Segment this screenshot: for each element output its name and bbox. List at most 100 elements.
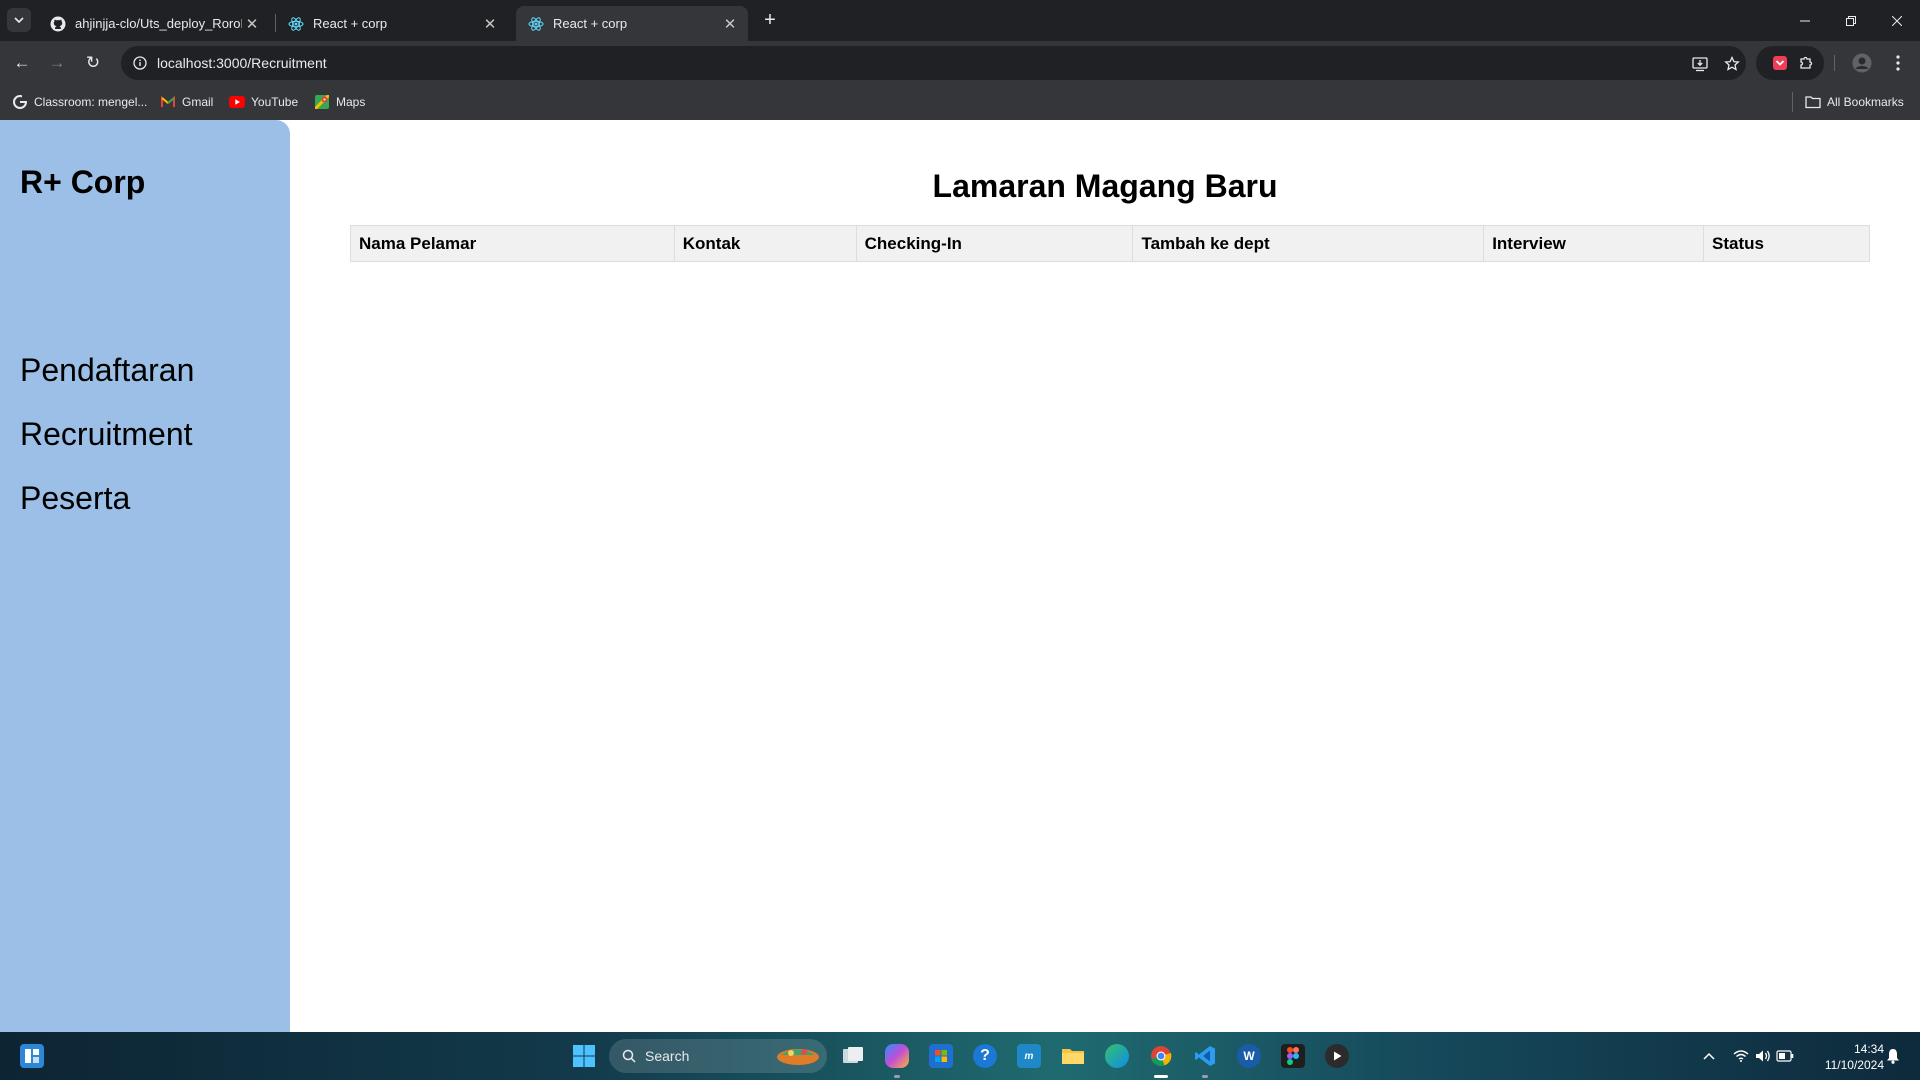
widgets-icon	[20, 1044, 44, 1068]
notification-bell-icon[interactable]	[1883, 1046, 1903, 1066]
volume-icon[interactable]	[1753, 1046, 1773, 1066]
browser-tab-react-corp[interactable]: React + corp ✕	[276, 6, 508, 41]
windows-icon	[573, 1045, 595, 1067]
sidebar-item-pendaftaran[interactable]: Pendaftaran	[20, 352, 194, 389]
file-explorer-app[interactable]	[1057, 1040, 1089, 1072]
search-icon	[621, 1048, 637, 1064]
google-icon	[12, 94, 28, 110]
task-view-icon	[841, 1044, 865, 1068]
puzzle-icon[interactable]	[1796, 53, 1816, 73]
close-icon[interactable]: ✕	[720, 14, 740, 34]
close-window-button[interactable]	[1874, 0, 1920, 41]
chrome-icon	[1149, 1044, 1173, 1068]
pocket-icon[interactable]	[1770, 53, 1790, 73]
folder-icon	[1061, 1044, 1085, 1068]
browser-tabstrip: ahjinjja-clo/Uts_deploy_RoroPr ✕ React +…	[0, 0, 1920, 41]
all-bookmarks-label: All Bookmarks	[1827, 95, 1904, 109]
mysql-icon: m	[1017, 1044, 1041, 1068]
minimize-button[interactable]	[1782, 0, 1828, 41]
search-highlight-icon	[775, 1042, 821, 1071]
tab-title: React + corp	[553, 16, 628, 31]
sidebar-item-recruitment[interactable]: Recruitment	[20, 416, 193, 453]
close-icon[interactable]: ✕	[242, 14, 262, 34]
help-icon: ?	[973, 1044, 997, 1068]
running-indicator	[894, 1075, 900, 1078]
site-info-icon[interactable]	[129, 52, 151, 74]
restore-button[interactable]	[1828, 0, 1874, 41]
restore-icon	[1846, 15, 1856, 26]
table-header-row: Nama Pelamar Kontak Checking-In Tambah k…	[350, 225, 1870, 262]
chevron-down-icon	[14, 17, 24, 24]
brand-logo: R+ Corp	[20, 164, 146, 200]
search-placeholder: Search	[645, 1048, 690, 1064]
word-app[interactable]: W	[1233, 1040, 1265, 1072]
bookmark-youtube[interactable]: YouTube	[229, 92, 298, 112]
star-icon[interactable]	[1721, 53, 1743, 75]
kebab-menu-icon[interactable]	[1888, 53, 1908, 73]
system-clock[interactable]: 14:34 11/10/2024	[1800, 1041, 1884, 1073]
page-title: Lamaran Magang Baru	[932, 168, 1278, 204]
wifi-icon[interactable]	[1731, 1046, 1751, 1066]
bookmark-maps[interactable]: Maps	[314, 92, 365, 112]
install-app-icon[interactable]	[1689, 53, 1711, 75]
minimize-icon	[1800, 20, 1810, 21]
back-button[interactable]: ←	[8, 49, 36, 77]
edge-app[interactable]	[1101, 1040, 1133, 1072]
forward-button[interactable]: →	[43, 49, 71, 77]
tab-title: React + corp	[313, 16, 388, 31]
maps-icon	[314, 94, 330, 110]
chrome-app[interactable]	[1145, 1040, 1177, 1078]
column-header-kontak: Kontak	[673, 225, 857, 262]
widgets-button[interactable]	[16, 1040, 48, 1072]
mysql-workbench-app[interactable]: m	[1013, 1040, 1045, 1072]
browser-toolbar: ← → ↻ localhost:3000/Recruitment	[0, 41, 1920, 84]
media-player-app[interactable]	[1321, 1040, 1353, 1072]
address-bar[interactable]: localhost:3000/Recruitment	[121, 46, 1746, 80]
battery-icon[interactable]	[1775, 1046, 1795, 1066]
store-icon	[929, 1044, 953, 1068]
start-button[interactable]	[568, 1040, 600, 1072]
browser-tab-react-corp-active[interactable]: React + corp ✕	[516, 6, 748, 41]
taskbar-search[interactable]: Search	[609, 1039, 827, 1073]
clock-time: 14:34	[1853, 1042, 1884, 1056]
arrow-left-icon: ←	[13, 53, 31, 72]
figma-icon	[1281, 1044, 1305, 1068]
edge-icon	[1105, 1044, 1129, 1068]
bookmarks-bar: Classroom: mengel... Gmail YouTube Maps …	[0, 84, 1920, 120]
react-icon	[528, 16, 544, 32]
chevron-up-icon[interactable]	[1699, 1046, 1719, 1066]
running-indicator	[1202, 1075, 1208, 1078]
url-text[interactable]: localhost:3000/Recruitment	[157, 55, 327, 71]
word-icon: W	[1237, 1044, 1261, 1068]
store-app[interactable]	[925, 1040, 957, 1072]
windows-taskbar: Search ? m W 14:34 11/10/2024	[0, 1032, 1920, 1080]
column-header-status: Status	[1703, 225, 1870, 262]
reload-button[interactable]: ↻	[79, 49, 107, 77]
profile-avatar[interactable]	[1852, 53, 1872, 73]
play-icon	[1325, 1044, 1349, 1068]
main-content: Lamaran Magang Baru Nama Pelamar Kontak …	[290, 120, 1920, 1032]
close-icon[interactable]: ✕	[480, 14, 500, 34]
bookmark-label: Classroom: mengel...	[34, 95, 148, 109]
plus-icon: +	[764, 8, 776, 31]
bookmark-label: YouTube	[251, 95, 299, 109]
bookmark-classroom[interactable]: Classroom: mengel...	[12, 92, 147, 112]
new-tab-button[interactable]: +	[758, 8, 782, 32]
vscode-icon	[1193, 1044, 1217, 1068]
applications-table: Nama Pelamar Kontak Checking-In Tambah k…	[350, 225, 1870, 262]
vscode-app[interactable]	[1189, 1040, 1221, 1078]
figma-app[interactable]	[1277, 1040, 1309, 1072]
all-bookmarks-button[interactable]: All Bookmarks	[1805, 92, 1904, 112]
tab-title: ahjinjja-clo/Uts_deploy_RoroPr	[75, 16, 242, 31]
sidebar-item-peserta[interactable]: Peserta	[20, 480, 130, 517]
tab-search-button[interactable]	[7, 8, 31, 32]
react-icon	[288, 16, 304, 32]
task-view-button[interactable]	[837, 1040, 869, 1072]
copilot-app[interactable]	[881, 1040, 913, 1078]
get-help-app[interactable]: ?	[969, 1040, 1001, 1072]
browser-tab-github[interactable]: ahjinjja-clo/Uts_deploy_RoroPr ✕	[38, 6, 270, 41]
bookmark-gmail[interactable]: Gmail	[160, 92, 213, 112]
page-viewport: R+ Corp Pendaftaran Recruitment Peserta …	[0, 120, 1920, 1032]
arrow-right-icon: →	[48, 53, 66, 72]
reload-icon: ↻	[85, 53, 101, 72]
